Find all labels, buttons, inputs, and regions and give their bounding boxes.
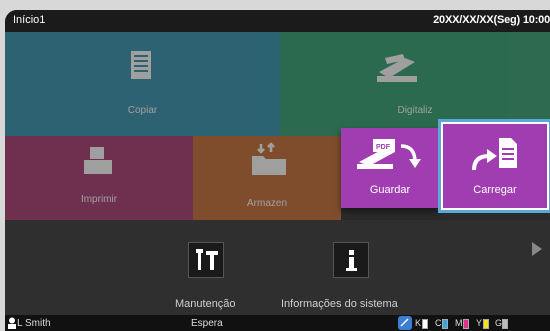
tools-icon bbox=[196, 249, 218, 270]
ink-c-level bbox=[442, 319, 448, 329]
next-page-arrow-icon[interactable] bbox=[532, 242, 542, 256]
device-screen: Início1 20XX/XX/XX(Seg) 10:00 Copiar Dig… bbox=[5, 10, 550, 331]
maintenance-label: Manutenção bbox=[175, 298, 236, 310]
ink-y-label: Y bbox=[476, 318, 483, 328]
ink-k-label: K bbox=[415, 318, 422, 328]
save-tile[interactable]: PDF Guardar bbox=[341, 128, 439, 208]
ink-m-label: M bbox=[455, 318, 463, 328]
save-label: Guardar bbox=[369, 184, 411, 196]
status-bar: L Smith Espera K C M Y G bbox=[5, 315, 550, 331]
scan-label: Digitaliz bbox=[397, 105, 433, 116]
copy-icon bbox=[131, 51, 151, 79]
screen-title: Início1 bbox=[13, 14, 46, 26]
svg-text:PDF: PDF bbox=[376, 144, 391, 151]
ink-g-label: G bbox=[495, 318, 503, 328]
print-tile[interactable]: Imprimir bbox=[5, 136, 193, 220]
copy-label: Copiar bbox=[127, 105, 158, 116]
store-tile[interactable]: Armazen bbox=[193, 136, 341, 220]
scan-tile[interactable]: Digitaliz bbox=[280, 32, 550, 136]
machine-state: Espera bbox=[191, 318, 223, 329]
folder-arrows-icon bbox=[252, 142, 286, 175]
top-bar: Início1 20XX/XX/XX(Seg) 10:00 bbox=[5, 10, 550, 32]
date-time: 20XX/XX/XX(Seg) 10:00 bbox=[433, 14, 550, 26]
scanner-icon bbox=[377, 54, 417, 82]
store-label: Armazen bbox=[246, 198, 287, 209]
load-tile[interactable]: Carregar bbox=[441, 122, 549, 210]
ink-g-level bbox=[502, 319, 508, 329]
maintenance-button[interactable] bbox=[188, 242, 224, 278]
ink-m-level bbox=[463, 319, 469, 329]
print-label: Imprimir bbox=[80, 194, 118, 205]
ink-y-level bbox=[483, 319, 489, 329]
printer-icon bbox=[84, 147, 112, 174]
ink-c-label: C bbox=[435, 318, 442, 328]
save-pdf-icon: PDF bbox=[357, 139, 421, 169]
network-icon bbox=[398, 316, 412, 330]
copy-tile[interactable]: Copiar bbox=[5, 32, 280, 136]
user-icon bbox=[8, 317, 16, 329]
system-info-button[interactable] bbox=[333, 242, 369, 278]
user-name: L Smith bbox=[17, 318, 51, 329]
load-doc-icon bbox=[472, 138, 517, 171]
ink-k-level bbox=[422, 319, 428, 329]
info-icon bbox=[346, 250, 357, 271]
bottom-menu-area: Manutenção Informações do sistema bbox=[5, 220, 550, 315]
system-info-label: Informações do sistema bbox=[281, 298, 398, 310]
load-label: Carregar bbox=[473, 184, 517, 196]
